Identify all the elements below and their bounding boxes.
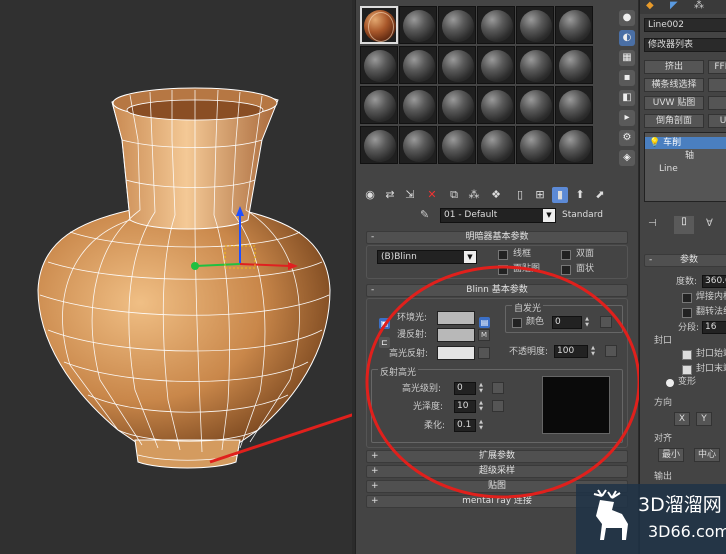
modifier-button-6[interactable]	[708, 96, 726, 110]
watermark: 3D溜溜网 3D66.com	[576, 484, 726, 554]
direction-x-button[interactable]: X	[674, 412, 690, 426]
cap-start-label: 封口始端	[696, 349, 726, 359]
align-label: 对齐	[654, 434, 673, 444]
direction-label: 方向	[654, 398, 673, 408]
capping-label: 封口	[654, 336, 673, 346]
collapse-icon: -	[649, 255, 653, 265]
command-panel: ◆ ◤ ⁂ Line002 修改器列表 挤出 FFD 横条线选择 UVW 贴图 …	[639, 0, 726, 554]
object-name-field[interactable]: Line002	[644, 18, 726, 32]
modifier-button-spline-select[interactable]: 横条线选择	[644, 78, 704, 92]
degrees-label: 度数:	[676, 277, 698, 287]
cap-start-checkbox[interactable]	[682, 350, 692, 360]
modifier-list-dropdown[interactable]: 修改器列表	[644, 38, 726, 52]
stack-item-line[interactable]: Line	[645, 163, 726, 175]
modify-tab-icon[interactable]: ◤	[670, 0, 678, 11]
viewport[interactable]	[0, 0, 352, 554]
modifier-stack: 💡 车削 轴 Line	[644, 132, 726, 202]
degrees-input[interactable]: 360.0	[702, 275, 726, 288]
flip-normals-checkbox[interactable]	[682, 308, 692, 318]
stack-item-lathe[interactable]: 💡 车削	[645, 137, 726, 149]
modifier-button-extrude[interactable]: 挤出	[644, 60, 704, 74]
modifier-button-ffd[interactable]: FFD	[708, 60, 726, 74]
modifier-button-bevel-profile[interactable]: 倒角剖面	[644, 114, 704, 128]
stack-item-label: 车削	[663, 138, 682, 148]
align-center-button[interactable]: 中心	[694, 448, 720, 462]
weld-core-checkbox[interactable]	[682, 293, 692, 303]
watermark-logo: 3D溜溜网	[638, 494, 722, 516]
command-tabs: ◆ ◤ ⁂	[640, 0, 726, 14]
show-end-result-icon[interactable]: ▯	[674, 216, 694, 234]
modifier-button-8[interactable]: U	[708, 114, 726, 128]
cap-end-label: 封口末端	[696, 364, 726, 374]
pin-stack-icon[interactable]: ⊣	[648, 218, 657, 229]
direction-y-button[interactable]: Y	[696, 412, 712, 426]
modifier-button-uvw-map[interactable]: UVW 贴图	[644, 96, 704, 110]
create-tab-icon[interactable]: ◆	[646, 0, 654, 11]
flip-normals-label: 翻转法线	[696, 307, 726, 317]
annotation-circle	[365, 265, 639, 499]
morph-label: 变形	[678, 377, 697, 387]
weld-core-label: 焊接内核	[696, 292, 726, 302]
align-min-button[interactable]: 最小	[658, 448, 684, 462]
segments-input[interactable]: 16	[702, 321, 726, 334]
bulb-icon[interactable]: 💡	[649, 138, 660, 148]
vase-model[interactable]	[0, 0, 352, 554]
stack-item-axis[interactable]: 轴	[645, 150, 726, 162]
hierarchy-tab-icon[interactable]: ⁂	[694, 0, 704, 11]
morph-radio[interactable]	[666, 379, 674, 387]
output-label: 输出	[654, 472, 673, 482]
modifier-button-4[interactable]	[708, 78, 726, 92]
watermark-url: 3D66.com	[648, 522, 726, 541]
cap-end-checkbox[interactable]	[682, 365, 692, 375]
stack-toolbar: ⊣ ▯ ∀	[644, 216, 726, 234]
deer-logo	[593, 489, 628, 540]
material-editor: ● ◐ ▦ ▪ ◧ ▸ ⚙ ◈ ◉ ⇄ ⇲ ✕ ⧉ ⁂ ❖ ▯ ⊞ ▮ ⬆ ⬈ …	[355, 0, 639, 554]
make-unique-icon[interactable]: ∀	[706, 218, 713, 229]
rollout-parameters[interactable]: - 参数	[644, 254, 726, 267]
segments-label: 分段:	[678, 323, 700, 333]
rollout-title: 参数	[679, 255, 698, 265]
